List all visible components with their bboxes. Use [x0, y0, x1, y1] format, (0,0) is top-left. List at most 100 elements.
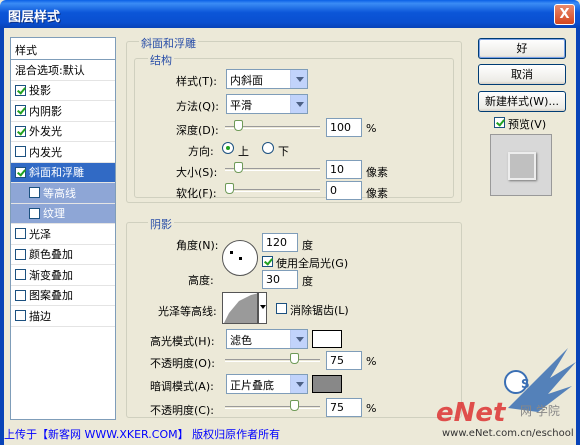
angle-dial[interactable]: [222, 240, 258, 276]
structure-title: 结构: [148, 52, 174, 68]
chevron-down-icon: [290, 375, 307, 393]
style-item-contour[interactable]: 等高线: [11, 183, 115, 204]
direction-label: 方向:: [188, 145, 214, 158]
highlight-opacity-input[interactable]: 75: [326, 351, 362, 370]
shadow-mode-label: 暗调模式(A):: [150, 380, 214, 393]
watermark-logo-text: eNet: [436, 398, 506, 428]
pattern-overlay-checkbox[interactable]: [15, 289, 26, 301]
chevron-down-icon: [290, 70, 307, 88]
shadow-opacity-thumb[interactable]: [290, 400, 299, 411]
gloss-contour-picker[interactable]: [222, 292, 258, 324]
style-item-label: 光泽: [29, 227, 51, 241]
highlight-color-swatch[interactable]: [312, 330, 342, 348]
gloss-contour-dropdown[interactable]: [258, 292, 267, 324]
gradient-overlay-checkbox[interactable]: [15, 269, 26, 281]
watermark-chinese: 网 学院: [520, 404, 560, 418]
global-light-checkbox[interactable]: [262, 256, 273, 267]
style-item-label: 图案叠加: [29, 289, 73, 303]
chevron-down-icon: [260, 305, 266, 309]
size-unit: 像素: [366, 166, 388, 179]
size-input[interactable]: 10: [326, 160, 362, 179]
style-item-satin[interactable]: 光泽: [11, 224, 115, 245]
styles-list: 样式 混合选项:默认 投影 内阴影 外发光 内发光 斜面和浮雕 等高线 纹理 光…: [10, 37, 116, 420]
depth-label: 深度(D):: [176, 124, 219, 137]
style-item-outer-glow[interactable]: 外发光: [11, 122, 115, 142]
drop-shadow-checkbox[interactable]: [15, 84, 26, 96]
angle-label: 角度(N):: [176, 239, 219, 252]
altitude-input[interactable]: 30: [262, 270, 298, 289]
bevel-emboss-checkbox[interactable]: [15, 166, 26, 178]
technique-select[interactable]: 平滑: [226, 94, 308, 114]
inner-glow-checkbox[interactable]: [15, 146, 26, 158]
style-item-texture[interactable]: 纹理: [11, 203, 115, 224]
style-select-value: 内斜面: [230, 74, 263, 87]
shadow-color-swatch[interactable]: [312, 375, 342, 393]
outer-glow-checkbox[interactable]: [15, 125, 26, 137]
size-value: 10: [330, 163, 344, 176]
altitude-unit: 度: [302, 275, 313, 288]
style-item-color-overlay[interactable]: 颜色叠加: [11, 245, 115, 265]
soften-slider-thumb[interactable]: [225, 183, 234, 194]
window-title: 图层样式: [8, 10, 61, 25]
direction-up-radio[interactable]: [222, 142, 234, 154]
angle-input[interactable]: 120: [262, 233, 298, 252]
texture-checkbox[interactable]: [29, 207, 40, 219]
style-item-stroke[interactable]: 描边: [11, 306, 115, 327]
style-item-inner-shadow[interactable]: 内阴影: [11, 101, 115, 122]
style-item-label: 内发光: [29, 145, 62, 159]
size-slider[interactable]: [225, 162, 320, 173]
contour-curve-icon: [224, 293, 257, 323]
highlight-opacity-value: 75: [330, 354, 344, 367]
style-item-drop-shadow[interactable]: 投影: [11, 81, 115, 101]
style-item-bevel-emboss[interactable]: 斜面和浮雕: [11, 162, 115, 183]
angle-unit: 度: [302, 239, 313, 252]
style-item-inner-glow[interactable]: 内发光: [11, 142, 115, 163]
color-overlay-checkbox[interactable]: [15, 248, 26, 260]
highlight-mode-select[interactable]: 滤色: [226, 329, 308, 349]
highlight-opacity-label: 不透明度(O):: [150, 357, 215, 370]
soften-value: 0: [330, 184, 337, 197]
depth-slider-thumb[interactable]: [234, 120, 243, 131]
global-light-label: 使用全局光(G): [276, 257, 349, 270]
highlight-opacity-slider[interactable]: [225, 353, 320, 364]
depth-input[interactable]: 100: [326, 118, 362, 137]
satin-checkbox[interactable]: [15, 228, 26, 240]
style-preview-thumbnail: [490, 134, 552, 196]
shading-title: 阴影: [148, 216, 174, 232]
new-style-button[interactable]: 新建样式(W)...: [478, 91, 566, 112]
depth-slider[interactable]: [225, 120, 320, 131]
soften-unit: 像素: [366, 187, 388, 200]
direction-down-radio[interactable]: [262, 142, 274, 154]
cancel-button[interactable]: 取消: [478, 64, 566, 85]
inner-shadow-checkbox[interactable]: [15, 105, 26, 117]
antialias-label: 消除锯齿(L): [290, 304, 349, 317]
antialias-checkbox[interactable]: [276, 303, 287, 314]
soften-input[interactable]: 0: [326, 181, 362, 200]
shadow-mode-select[interactable]: 正片叠底: [226, 374, 308, 394]
contour-checkbox[interactable]: [29, 187, 40, 199]
highlight-opacity-thumb[interactable]: [290, 353, 299, 364]
style-item-label: 斜面和浮雕: [29, 166, 84, 180]
style-select[interactable]: 内斜面: [226, 69, 308, 89]
blend-options-item[interactable]: 混合选项:默认: [11, 60, 115, 81]
styles-header[interactable]: 样式: [11, 38, 115, 60]
ok-button[interactable]: 好: [478, 38, 566, 59]
chevron-down-icon: [290, 330, 307, 348]
style-item-gradient-overlay[interactable]: 渐变叠加: [11, 265, 115, 286]
preview-checkbox[interactable]: [494, 117, 505, 128]
depth-unit: %: [366, 122, 377, 135]
direction-down-label: 下: [278, 145, 289, 158]
angle-value: 120: [266, 236, 287, 249]
shadow-opacity-slider[interactable]: [225, 400, 320, 411]
altitude-label: 高度:: [188, 274, 214, 287]
style-item-pattern-overlay[interactable]: 图案叠加: [11, 286, 115, 306]
shadow-opacity-input[interactable]: 75: [326, 398, 362, 417]
style-item-label: 纹理: [43, 207, 65, 221]
soften-slider[interactable]: [225, 183, 320, 194]
size-label: 大小(S):: [176, 166, 218, 179]
close-button[interactable]: X: [554, 4, 575, 25]
stroke-checkbox[interactable]: [15, 310, 26, 322]
shadow-opacity-value: 75: [330, 401, 344, 414]
depth-value: 100: [330, 121, 351, 134]
size-slider-thumb[interactable]: [234, 162, 243, 173]
